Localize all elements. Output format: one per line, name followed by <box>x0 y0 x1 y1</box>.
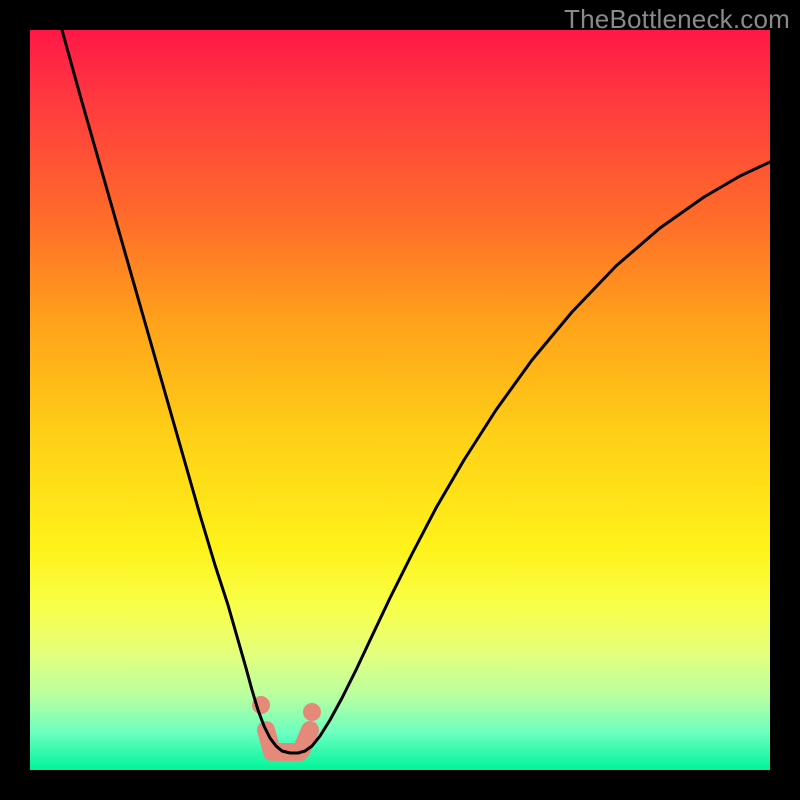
marker-capsule <box>302 730 310 749</box>
chart-frame: { "watermark": "TheBottleneck.com", "cha… <box>0 0 800 800</box>
gradient-background <box>30 30 770 770</box>
watermark-label: TheBottleneck.com <box>564 4 790 35</box>
bottleneck-chart <box>0 0 800 800</box>
marker-dot <box>303 703 321 721</box>
